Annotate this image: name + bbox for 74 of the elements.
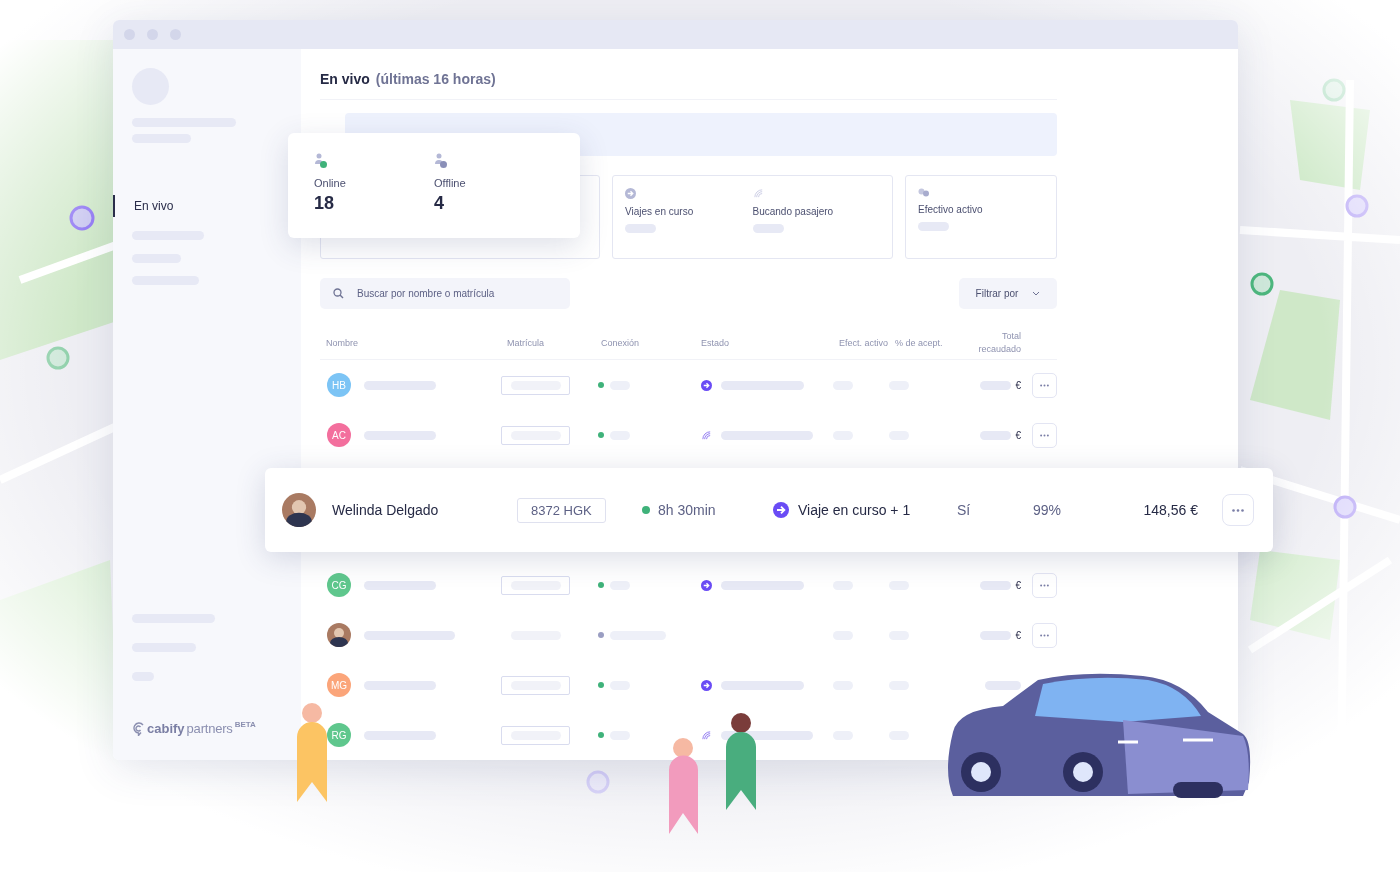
chevron-down-icon bbox=[1032, 291, 1041, 296]
more-button[interactable] bbox=[1032, 372, 1057, 398]
placeholder-bar bbox=[364, 580, 436, 590]
cash-value: Sí bbox=[957, 502, 972, 518]
avatar-initials: MG bbox=[327, 673, 351, 697]
status-label: Viaje en curso + 1 bbox=[798, 502, 911, 518]
placeholder-bar bbox=[985, 680, 1021, 690]
page-subtitle: (últimas 16 horas) bbox=[375, 71, 496, 87]
placeholder-bar bbox=[918, 222, 949, 231]
placeholder-bar bbox=[625, 224, 656, 233]
arrow-circle-icon bbox=[625, 188, 636, 199]
more-icon bbox=[1232, 508, 1244, 512]
beta-label: BETA bbox=[234, 720, 256, 729]
column-header: % de acept. bbox=[894, 336, 943, 350]
plate-label: 8372 HGK bbox=[517, 498, 606, 523]
nav-item[interactable]: En vivo bbox=[113, 195, 174, 217]
avatar-initials: CG bbox=[327, 573, 351, 597]
placeholder-bar bbox=[364, 380, 436, 390]
signal-icon bbox=[701, 729, 712, 741]
signal-icon bbox=[701, 429, 712, 441]
total-value: 148,56 € bbox=[1143, 502, 1199, 518]
coins-icon bbox=[918, 188, 930, 197]
avatar-icon bbox=[282, 493, 316, 527]
avatar-initials: AC bbox=[327, 423, 351, 447]
arrow-circle-icon bbox=[701, 579, 712, 591]
logo-icon bbox=[132, 721, 145, 736]
column-header: Efect. activo bbox=[838, 336, 889, 350]
more-button[interactable] bbox=[1222, 494, 1254, 526]
placeholder-bar bbox=[752, 224, 784, 233]
search-icon bbox=[333, 288, 344, 299]
placeholder-bar bbox=[980, 430, 1012, 440]
arrow-circle-icon bbox=[701, 379, 712, 391]
placeholder-bar bbox=[364, 680, 436, 690]
stat-label: Efectivo activo bbox=[918, 204, 983, 215]
acceptance-value: 99% bbox=[1033, 502, 1063, 518]
currency-label: € bbox=[1015, 429, 1021, 441]
currency-label: € bbox=[1015, 629, 1021, 641]
more-button[interactable] bbox=[1032, 422, 1057, 448]
filter-dropdown[interactable]: Filtrar por bbox=[959, 278, 1057, 309]
page-title: En vivo bbox=[320, 71, 370, 87]
currency-label: € bbox=[1015, 579, 1021, 591]
connected-time: 8h 30min bbox=[658, 502, 716, 518]
more-icon bbox=[1040, 433, 1049, 437]
placeholder-bar bbox=[364, 430, 436, 440]
placeholder-bar bbox=[364, 730, 436, 740]
driver-name: Welinda Delgado bbox=[332, 502, 440, 518]
placeholder-bar bbox=[980, 580, 1012, 590]
more-icon bbox=[1040, 633, 1049, 637]
column-header: Conexión bbox=[600, 336, 640, 350]
summary-label: Online bbox=[314, 177, 347, 189]
more-icon bbox=[1040, 383, 1049, 387]
column-header: Estado bbox=[700, 336, 730, 350]
summary-value: 18 bbox=[314, 193, 336, 214]
signal-icon bbox=[752, 188, 764, 199]
avatar-initials: RG bbox=[327, 723, 351, 747]
stat-label: Viajes en curso bbox=[625, 206, 695, 217]
arrow-circle-icon bbox=[773, 502, 789, 518]
placeholder-bar bbox=[980, 380, 1012, 390]
summary-label: Offline bbox=[434, 177, 467, 189]
more-button[interactable] bbox=[1032, 622, 1057, 648]
column-header: Matrícula bbox=[506, 336, 544, 350]
stat-label: Bucando pasajero bbox=[752, 206, 835, 217]
avatar-initials: HB bbox=[327, 373, 351, 397]
summary-value: 4 bbox=[434, 193, 445, 214]
column-header: Total recaudado bbox=[977, 330, 1021, 356]
more-button[interactable] bbox=[1032, 572, 1057, 598]
arrow-circle-icon bbox=[701, 679, 712, 691]
placeholder-bar bbox=[980, 630, 1012, 640]
more-icon bbox=[1040, 583, 1049, 587]
search-field[interactable]: Buscar por nombre o matrícula bbox=[320, 278, 570, 309]
logo-product: partners bbox=[186, 721, 233, 736]
column-header: Nombre bbox=[325, 336, 358, 350]
logo-brand: cabify bbox=[147, 721, 185, 736]
currency-label: € bbox=[1015, 379, 1021, 391]
